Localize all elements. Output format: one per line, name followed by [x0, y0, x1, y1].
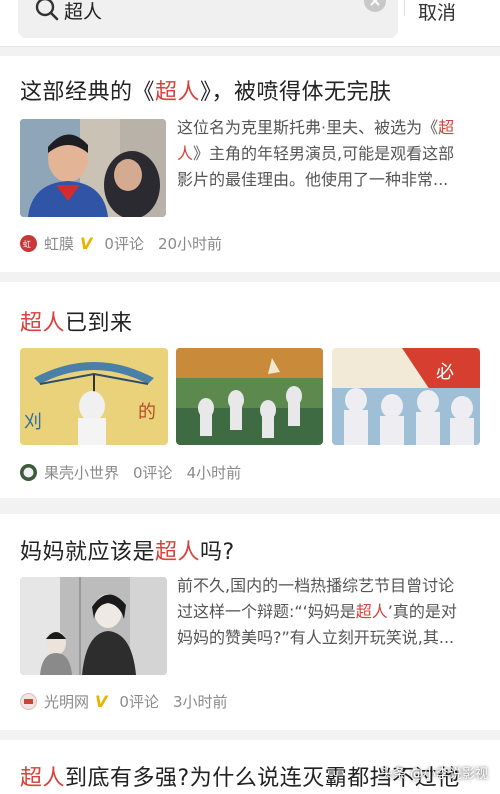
svg-text:必: 必 [436, 362, 454, 383]
publish-time: 3小时前 [172, 692, 228, 711]
article-meta: 虹 虹膜 V 0评论 20小时前 [20, 233, 222, 253]
article-image-1[interactable]: 刈 的 [20, 348, 168, 445]
article-card-2[interactable]: 超人已到来 刈 的 必 果壳小世界 0评论 4小时前 [0, 282, 500, 498]
source-avatar: 虹 [20, 234, 37, 252]
article-image-2[interactable] [176, 348, 323, 445]
verified-icon: V [95, 691, 108, 711]
publish-time: 4小时前 [186, 463, 242, 482]
svg-text:虹: 虹 [23, 240, 31, 249]
clear-search-button[interactable] [364, 0, 386, 12]
article-summary: 这位名为克里斯托弗·里夫、被选为《超 人》主角的年轻男演员,可能是观看这部 影片… [177, 118, 455, 189]
article-image-3[interactable]: 必 [332, 348, 480, 445]
comment-count: 0评论 [104, 234, 144, 253]
watermark: 头条 @小李说影视 [379, 767, 488, 782]
article-title[interactable]: 超人已到来 [20, 305, 133, 337]
article-thumbnail[interactable] [20, 119, 166, 217]
svg-text:刈: 刈 [24, 412, 42, 433]
search-input[interactable] [64, 0, 344, 24]
publish-time: 20小时前 [157, 234, 223, 253]
source-name[interactable]: 光明网 [44, 691, 89, 712]
source-name[interactable]: 果壳小世界 [44, 462, 119, 483]
source-name[interactable]: 虹膜 [44, 233, 74, 254]
article-summary: 前不久,国内的一档热播综艺节目曾讨论 过这样一个辩题:“‘妈妈是超人’真的是对 … [177, 576, 457, 647]
svg-text:的: 的 [138, 402, 156, 423]
search-icon [35, 0, 59, 21]
article-card-3[interactable]: 妈妈就应该是超人吗? 前不久,国内的一档热播综艺节目曾讨论 过这样一个辩题:“‘… [0, 514, 500, 730]
article-title[interactable]: 这部经典的《超人》，被喷得体无完肤 [20, 74, 392, 106]
search-box[interactable] [18, 0, 398, 38]
article-meta: 果壳小世界 0评论 4小时前 [20, 462, 241, 482]
article-card-1[interactable]: 这部经典的《超人》，被喷得体无完肤 这位名为克里斯托弗·里夫、被选为《超 人》主… [0, 56, 500, 272]
verified-icon: V [80, 233, 93, 253]
source-avatar [20, 692, 37, 710]
search-bar: 取消 [0, 0, 500, 47]
article-thumbnail[interactable] [20, 577, 167, 675]
comment-count: 0评论 [133, 463, 173, 482]
divider [404, 0, 405, 16]
close-icon [370, 0, 380, 6]
article-meta: 光明网 V 0评论 3小时前 [20, 691, 228, 711]
cancel-button[interactable]: 取消 [418, 0, 456, 25]
article-title[interactable]: 妈妈就应该是超人吗? [20, 534, 235, 566]
source-avatar [20, 463, 37, 481]
comment-count: 0评论 [119, 692, 159, 711]
